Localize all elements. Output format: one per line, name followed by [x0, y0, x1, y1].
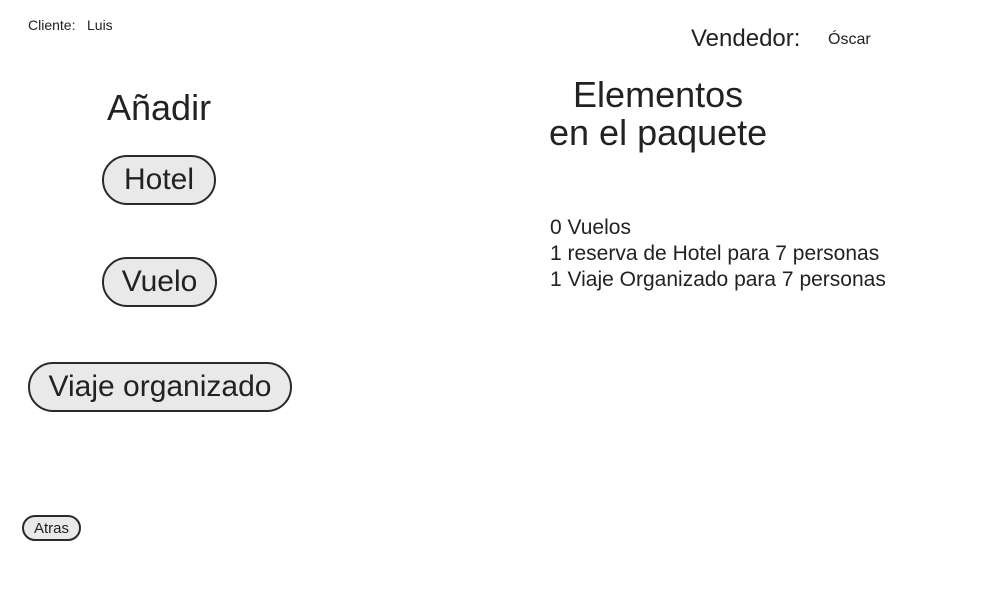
package-title-line1: Elementos	[573, 74, 744, 115]
back-button[interactable]: Atras	[22, 515, 81, 541]
add-hotel-button[interactable]: Hotel	[102, 155, 216, 205]
add-organized-trip-button[interactable]: Viaje organizado	[28, 362, 292, 412]
package-item-hotel: 1 reserva de Hotel para 7 personas	[550, 242, 880, 265]
package-title: Elementos en el paquete	[549, 76, 767, 152]
seller-label: Vendedor:	[691, 25, 801, 52]
package-title-line2: en el paquete	[549, 112, 768, 153]
add-section-title: Añadir	[107, 87, 212, 128]
add-flight-button[interactable]: Vuelo	[102, 257, 217, 307]
package-items-list: 0 Vuelos 1 reserva de Hotel para 7 perso…	[550, 215, 886, 293]
package-item-flights: 0 Vuelos	[550, 216, 631, 239]
seller-name: Óscar	[828, 31, 871, 48]
package-item-organized-trip: 1 Viaje Organizado para 7 personas	[550, 268, 886, 291]
client-label: Cliente:	[28, 17, 76, 33]
client-name: Luis	[87, 17, 113, 33]
